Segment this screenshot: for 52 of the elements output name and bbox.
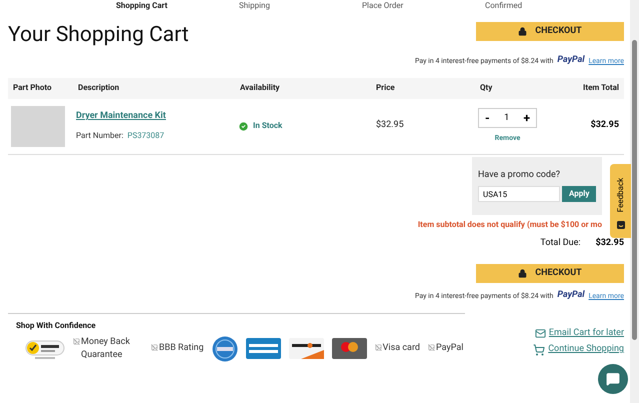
column-header: Description — [78, 82, 120, 94]
price: $32.95 — [375, 119, 405, 132]
checkout-step: Shipping — [239, 1, 362, 11]
increase-button[interactable]: + — [523, 109, 530, 128]
column-header: Item Total — [582, 82, 619, 94]
action-link[interactable]: Email Cart for later — [548, 326, 624, 340]
feedback-tab[interactable]: Feedback — [610, 164, 631, 238]
section-title: Shop With Confidence — [16, 320, 97, 332]
promo-label: Have a promo code? — [478, 168, 562, 182]
action-link[interactable]: Continue Shopping — [548, 343, 624, 356]
mastercard-icon — [332, 338, 367, 359]
decrease-button[interactable]: - — [485, 109, 490, 128]
part-number: PS373087 — [127, 130, 164, 142]
lock-icon — [518, 27, 528, 36]
broken-image-icon — [73, 338, 80, 344]
total-due-label: Total Due: — [540, 236, 581, 250]
image-alt-text: BBB Rating — [159, 342, 204, 355]
page-title: Your Shopping Cart — [8, 22, 189, 48]
broken-image-icon — [151, 344, 158, 351]
paypal-logo: PayPal — [557, 289, 585, 302]
check-icon — [238, 120, 249, 132]
promo-code-field[interactable]: USA15 — [478, 186, 560, 202]
lock-icon — [518, 269, 528, 278]
smiley-icon — [616, 221, 624, 229]
cart-icon — [533, 344, 546, 356]
chat-button[interactable] — [598, 364, 628, 394]
product-photo-placeholder — [11, 106, 65, 146]
checkout-button[interactable]: CHECKOUT — [476, 22, 624, 41]
column-header: Part Photo — [13, 82, 52, 94]
checkout-step: Confirmed — [485, 1, 608, 11]
checkout-step: Place Order — [362, 1, 485, 11]
promo-error-message: Item subtotal does not qualify (must be $100 or mo — [418, 218, 602, 230]
apply-button[interactable]: Apply — [562, 186, 596, 202]
chat-icon — [606, 372, 620, 386]
column-header: Price — [376, 82, 396, 94]
paypal-logo: PayPal — [557, 54, 585, 67]
column-header: Qty — [480, 82, 494, 94]
availability-status: In Stock — [253, 120, 282, 132]
image-alt-text: Visa card — [382, 342, 420, 355]
product-link[interactable]: Dryer Maintenance Kit — [76, 110, 166, 124]
mail-icon — [534, 328, 546, 339]
checkout-step: Shopping Cart — [116, 1, 239, 11]
part-number-label: Part Number: — [76, 130, 124, 142]
item-total: $32.95 — [590, 119, 620, 132]
broken-image-icon — [428, 344, 435, 351]
quantity-value: 1 — [504, 112, 510, 124]
column-header: Availability — [240, 82, 281, 94]
checkout-button[interactable]: CHECKOUT — [476, 264, 624, 283]
broken-image-icon — [374, 344, 382, 351]
image-alt-text: Money Back Quarantee — [81, 336, 131, 362]
image-alt-text: PayPal — [436, 342, 464, 355]
total-due-value: $32.95 — [596, 236, 624, 250]
